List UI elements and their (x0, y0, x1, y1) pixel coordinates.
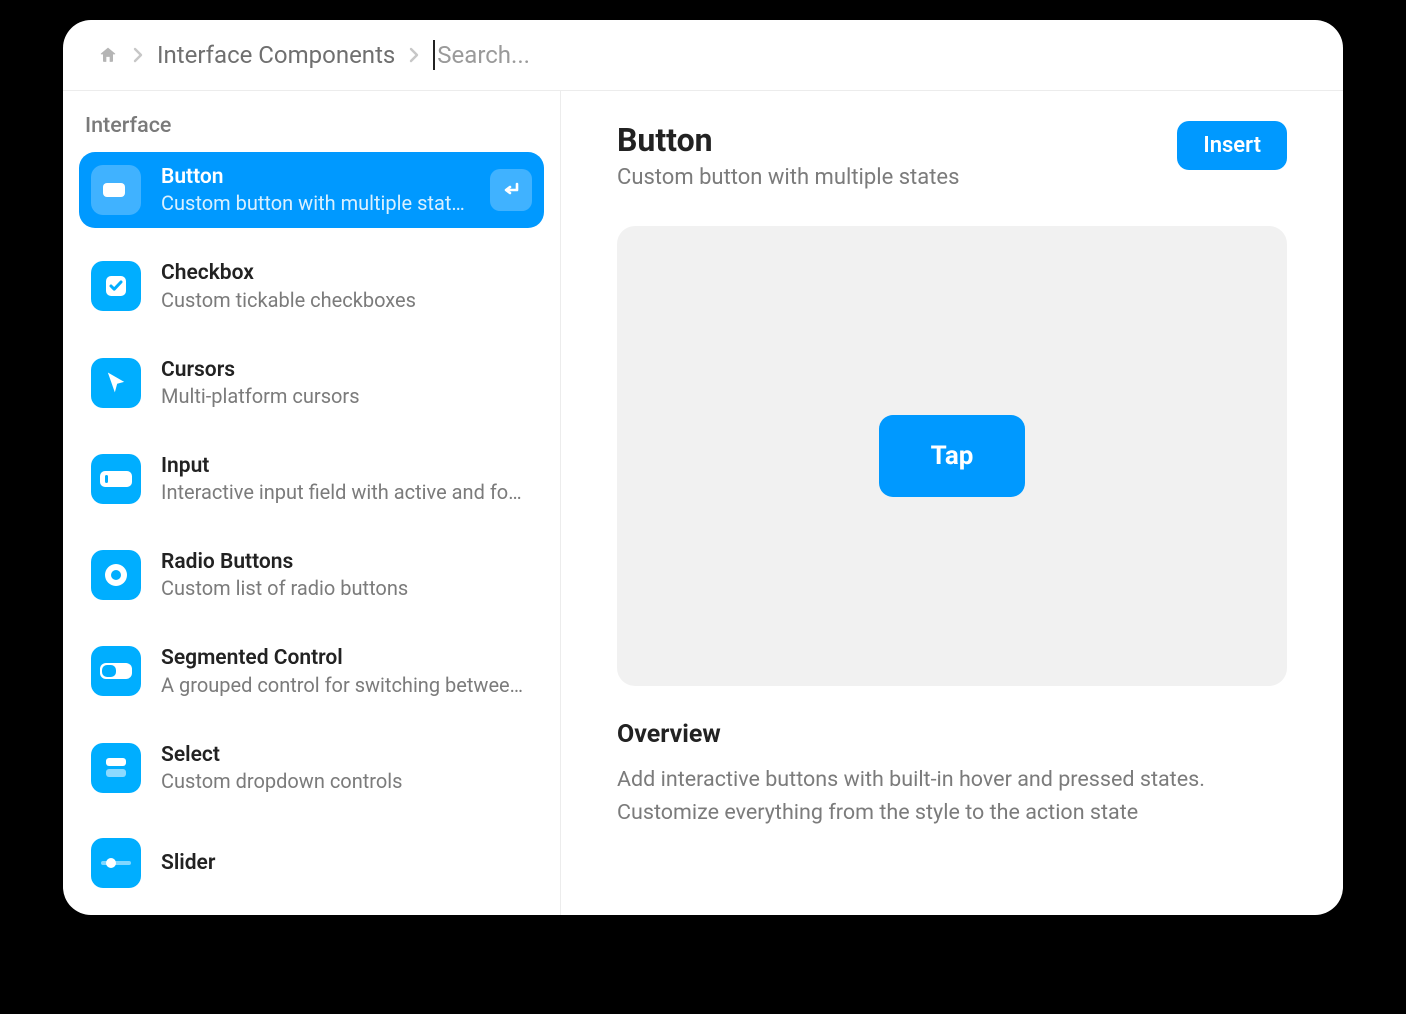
preview-tap-button[interactable]: Tap (879, 415, 1026, 497)
sidebar-item-subtitle: A grouped control for switching between … (161, 672, 532, 698)
sidebar-item-select[interactable]: Select Custom dropdown controls (79, 730, 544, 806)
sidebar-item-cursors[interactable]: Cursors Multi-platform cursors (79, 345, 544, 421)
sidebar-item-title: Segmented Control (161, 645, 532, 671)
detail-panel: Button Custom button with multiple state… (561, 91, 1343, 915)
select-icon (91, 743, 141, 793)
segmented-icon (91, 646, 141, 696)
enter-key-icon (490, 169, 532, 211)
sidebar-item-subtitle: Multi-platform cursors (161, 383, 532, 409)
sidebar-item-subtitle: Interactive input field with active and … (161, 479, 532, 505)
overview-body: Add interactive buttons with built-in ho… (617, 763, 1287, 830)
chevron-right-icon (133, 47, 143, 63)
insert-button[interactable]: Insert (1177, 121, 1287, 170)
sidebar-item-subtitle: Custom button with multiple states (161, 190, 470, 216)
slider-icon (91, 838, 141, 888)
sidebar-item-title: Radio Buttons (161, 549, 532, 575)
sidebar-item-title: Cursors (161, 357, 532, 383)
sidebar-item-radio[interactable]: Radio Buttons Custom list of radio butto… (79, 537, 544, 613)
sidebar-items: Button Custom button with multiple state… (79, 152, 544, 900)
sidebar-item-subtitle: Custom list of radio buttons (161, 575, 532, 601)
component-browser-window: Interface Components Interface Button Cu… (63, 20, 1343, 915)
sidebar-item-input[interactable]: Input Interactive input field with activ… (79, 441, 544, 517)
checkbox-icon (91, 261, 141, 311)
sidebar-item-title: Select (161, 742, 532, 768)
cursor-icon (91, 358, 141, 408)
search-wrap (433, 40, 1309, 70)
sidebar-item-subtitle: Custom dropdown controls (161, 768, 532, 794)
text-cursor (433, 40, 435, 70)
sidebar-section-label: Interface (79, 113, 544, 152)
search-input[interactable] (437, 41, 1309, 69)
breadcrumb-bar: Interface Components (63, 20, 1343, 91)
detail-title: Button (617, 121, 959, 159)
chevron-right-icon (409, 47, 419, 63)
detail-subtitle: Custom button with multiple states (617, 165, 959, 190)
home-icon[interactable] (97, 45, 119, 65)
radio-icon (91, 550, 141, 600)
breadcrumb-section[interactable]: Interface Components (157, 41, 395, 69)
sidebar-item-slider[interactable]: Slider (79, 826, 544, 900)
sidebar-item-title: Input (161, 453, 532, 479)
sidebar-item-segmented[interactable]: Segmented Control A grouped control for … (79, 633, 544, 709)
overview-heading: Overview (617, 720, 1287, 749)
sidebar-item-button[interactable]: Button Custom button with multiple state… (79, 152, 544, 228)
sidebar-item-title: Slider (161, 850, 532, 876)
sidebar-item-title: Checkbox (161, 260, 532, 286)
input-icon (91, 454, 141, 504)
sidebar-item-checkbox[interactable]: Checkbox Custom tickable checkboxes (79, 248, 544, 324)
sidebar-item-title: Button (161, 164, 470, 190)
preview-area: Tap (617, 226, 1287, 686)
component-sidebar: Interface Button Custom button with mult… (63, 91, 561, 915)
sidebar-item-subtitle: Custom tickable checkboxes (161, 287, 532, 313)
button-icon (91, 165, 141, 215)
